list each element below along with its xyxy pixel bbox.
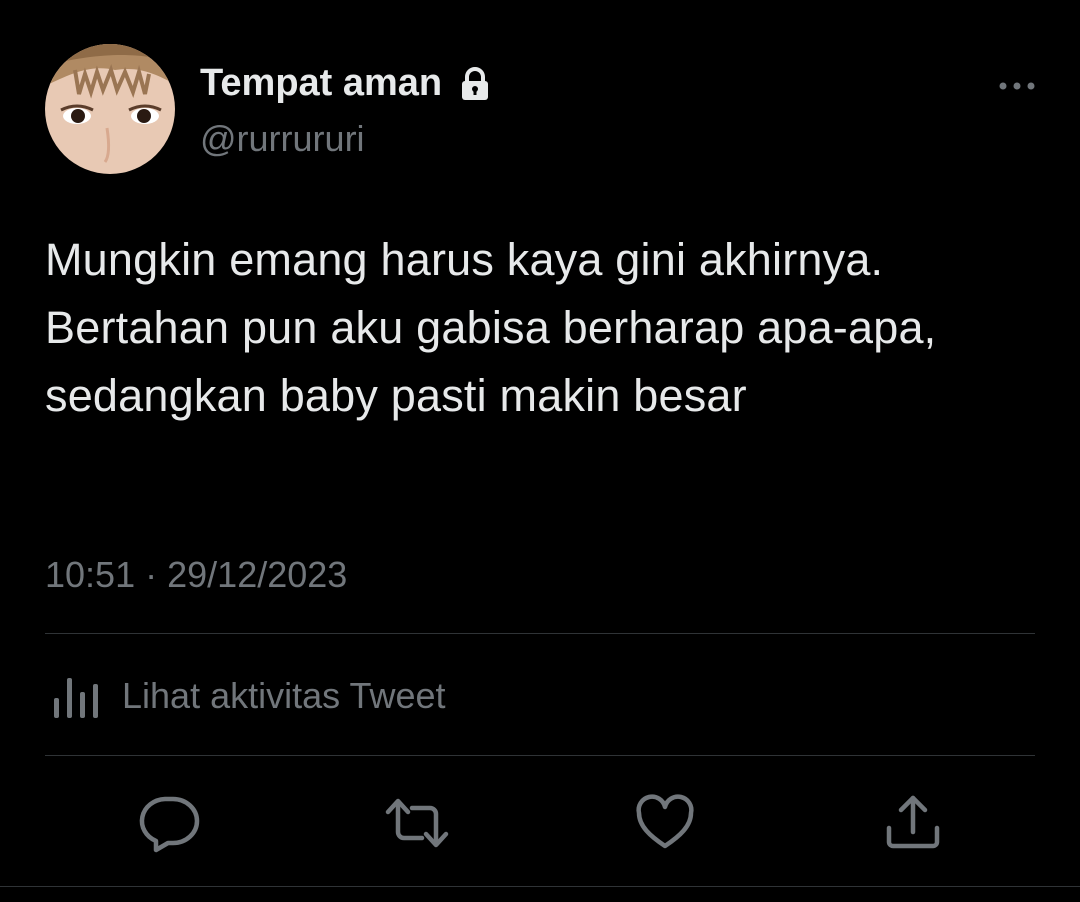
view-activity-link[interactable]: Lihat aktivitas Tweet	[50, 672, 446, 720]
retweet-icon	[384, 792, 450, 854]
share-button[interactable]	[880, 792, 946, 854]
tweet-date[interactable]: 29/12/2023	[167, 554, 347, 595]
share-icon	[880, 792, 946, 854]
timestamp-separator: ·	[145, 554, 158, 595]
avatar[interactable]	[45, 44, 175, 174]
user-display-name-row[interactable]: Tempat aman	[200, 62, 490, 105]
divider	[45, 755, 1035, 756]
tweet-timestamp[interactable]: 10:51 · 29/12/2023	[45, 554, 347, 596]
divider	[45, 633, 1035, 634]
reply-icon	[136, 792, 202, 854]
display-name[interactable]: Tempat aman	[200, 62, 442, 105]
like-button[interactable]	[632, 792, 698, 854]
tweet-text: Mungkin emang harus kaya gini akhirnya. …	[45, 234, 937, 421]
divider	[0, 886, 1080, 887]
lock-icon	[460, 66, 490, 101]
like-icon	[632, 792, 698, 854]
tweet-time[interactable]: 10:51	[45, 554, 135, 595]
retweet-button[interactable]	[384, 792, 450, 854]
reply-button[interactable]	[136, 792, 202, 854]
user-handle[interactable]: @rurrururi	[200, 118, 365, 160]
more-icon[interactable]	[996, 72, 1038, 100]
analytics-icon	[50, 672, 104, 720]
activity-label[interactable]: Lihat aktivitas Tweet	[122, 675, 446, 717]
